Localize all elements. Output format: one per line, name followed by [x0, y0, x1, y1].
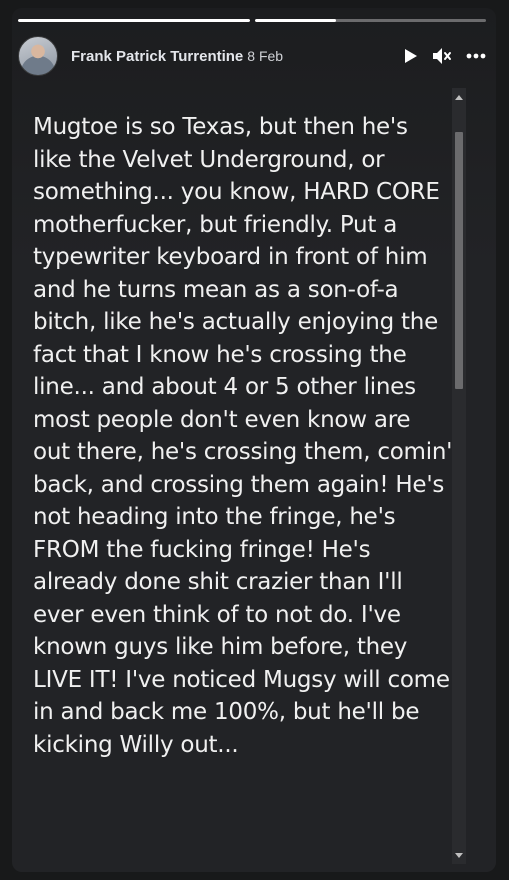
- story-header: Frank Patrick Turrentine 8 Feb: [18, 36, 488, 76]
- volume-muted-icon: [433, 48, 451, 64]
- more-options-icon: [466, 53, 486, 59]
- progress-segment-1: [18, 19, 250, 22]
- caret-up-icon: [455, 94, 463, 100]
- scroll-up-arrow[interactable]: [452, 90, 466, 104]
- more-options-button[interactable]: [466, 53, 486, 59]
- scrollbar[interactable]: [452, 88, 466, 864]
- mute-button[interactable]: [432, 47, 452, 65]
- story-viewer: Frank Patrick Turrentine 8 Feb Mugtoe is…: [12, 8, 496, 872]
- story-progress: [18, 19, 486, 23]
- avatar[interactable]: [18, 36, 58, 76]
- progress-segment-2: [254, 19, 486, 22]
- progress-fill-2: [254, 19, 336, 22]
- play-button[interactable]: [404, 48, 418, 64]
- play-icon: [405, 49, 417, 63]
- story-timestamp: 8 Feb: [247, 48, 284, 64]
- story-text: Mugtoe is so Texas, but then he's like t…: [33, 114, 453, 758]
- author-name[interactable]: Frank Patrick Turrentine: [71, 48, 243, 65]
- caret-down-icon: [455, 852, 463, 858]
- story-controls: [404, 47, 488, 65]
- scroll-thumb[interactable]: [455, 132, 463, 389]
- scroll-down-arrow[interactable]: [452, 848, 466, 862]
- progress-fill-1: [18, 19, 250, 22]
